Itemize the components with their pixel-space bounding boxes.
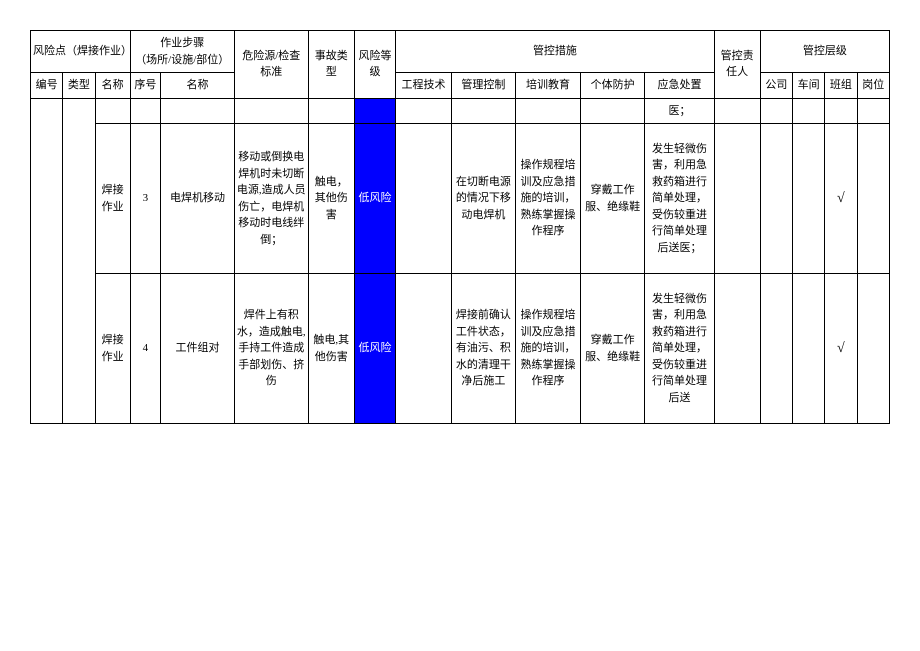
header-emer: 应急处置 [645,73,714,99]
header-team: 班组 [825,73,857,99]
cell-post [857,98,889,124]
cell-train [516,98,581,124]
header-mgmt: 管理控制 [451,73,516,99]
cell-step: 工件组对 [161,274,235,424]
cell-seq: 3 [130,124,160,274]
cell-team [825,98,857,124]
cell-resp [714,274,760,424]
cell-resp [714,98,760,124]
cell-accident: 触电，其他伤害 [308,124,354,274]
cell-mgmt: 焊接前确认工件状态，有油污、积水的清理干净后施工 [451,274,516,424]
cell-id [31,98,63,424]
cell-mgmt: 在切断电源的情况下移动电焊机 [451,124,516,274]
cell-emer: 发生轻微伤害，利用急救药箱进行简单处理，受伤较重进行简单处理后送 [645,274,714,424]
header-workshop: 车间 [792,73,824,99]
cell-resp [714,124,760,274]
risk-assessment-table: 风险点（焊接作业） 作业步骤 （场所/设施/部位） 危险源/检查标准 事故类型 … [30,30,890,424]
cell-workshop [792,274,824,424]
header-risk-level: 风险等级 [354,31,396,99]
cell-type [63,98,95,424]
header-type: 类型 [63,73,95,99]
cell-train: 操作规程培训及应急措施的培训，熟练掌握操作程序 [516,274,581,424]
cell-accident: 触电,其他伤害 [308,274,354,424]
header-seq: 序号 [130,73,160,99]
cell-emer: 医； [645,98,714,124]
cell-company [760,274,792,424]
header-eng: 工程技术 [396,73,451,99]
header-name: 名称 [95,73,130,99]
cell-post [857,124,889,274]
table-row: 焊接作业 4 工件组对 焊件上有积水，造成触电,手持工件造成手部划伤、挤伤 触电… [31,274,890,424]
cell-risk-level: 低风险 [354,124,396,274]
cell-eng [396,98,451,124]
cell-risk-level: 低风险 [354,274,396,424]
header-ppe: 个体防护 [580,73,645,99]
header-step-group: 作业步骤 （场所/设施/部位） [130,31,234,73]
cell-hazard: 移动或倒换电焊机时未切断电源,造成人员伤亡，电焊机移动时电线绊倒； [234,124,308,274]
cell-company [760,124,792,274]
header-step-name: 名称 [161,73,235,99]
header-control-measures: 管控措施 [396,31,714,73]
cell-ppe [580,98,645,124]
cell-workshop [792,98,824,124]
cell-team: √ [825,124,857,274]
cell-hazard [234,98,308,124]
cell-mgmt [451,98,516,124]
cell-team: √ [825,274,857,424]
cell-eng [396,274,451,424]
header-risk-point: 风险点（焊接作业） [31,31,131,73]
cell-accident [308,98,354,124]
cell-name: 焊接作业 [95,274,130,424]
header-control-level: 管控层级 [760,31,889,73]
cell-name: 焊接作业 [95,124,130,274]
header-company: 公司 [760,73,792,99]
cell-eng [396,124,451,274]
cell-seq: 4 [130,274,160,424]
cell-ppe: 穿戴工作服、绝缘鞋 [580,124,645,274]
cell-risk-level [354,98,396,124]
cell-step: 电焊机移动 [161,124,235,274]
table-row-carryover: 医； [31,98,890,124]
header-post: 岗位 [857,73,889,99]
header-train: 培训教育 [516,73,581,99]
cell-step [161,98,235,124]
cell-hazard: 焊件上有积水，造成触电,手持工件造成手部划伤、挤伤 [234,274,308,424]
header-hazard: 危险源/检查标准 [234,31,308,99]
cell-name [95,98,130,124]
header-responsible: 管控责任人 [714,31,760,99]
table-header: 风险点（焊接作业） 作业步骤 （场所/设施/部位） 危险源/检查标准 事故类型 … [31,31,890,99]
cell-ppe: 穿戴工作服、绝缘鞋 [580,274,645,424]
cell-emer: 发生轻微伤害，利用急救药箱进行简单处理，受伤较重进行简单处理后送医； [645,124,714,274]
header-id: 编号 [31,73,63,99]
cell-workshop [792,124,824,274]
table-row: 焊接作业 3 电焊机移动 移动或倒换电焊机时未切断电源,造成人员伤亡，电焊机移动… [31,124,890,274]
cell-post [857,274,889,424]
cell-company [760,98,792,124]
cell-seq [130,98,160,124]
cell-train: 操作规程培训及应急措施的培训，熟练掌握操作程序 [516,124,581,274]
header-accident-type: 事故类型 [308,31,354,99]
